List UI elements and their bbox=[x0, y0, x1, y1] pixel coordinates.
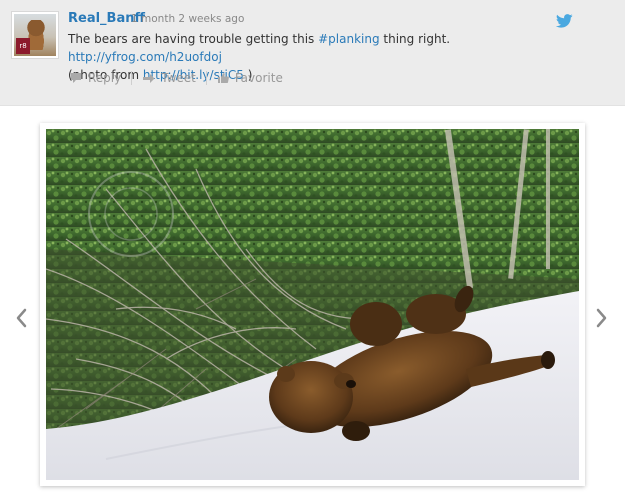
gallery-prev-button[interactable] bbox=[10, 304, 32, 332]
photo-frame[interactable] bbox=[40, 123, 585, 486]
retweet-label: Tweet bbox=[161, 71, 196, 85]
twitter-bird-icon[interactable] bbox=[556, 14, 573, 28]
favorite-button[interactable]: Favorite bbox=[217, 71, 283, 85]
thumbs-up-icon bbox=[217, 73, 229, 83]
bear-photo bbox=[46, 129, 579, 480]
retweet-icon bbox=[143, 73, 155, 83]
chevron-left-icon bbox=[16, 308, 27, 328]
gallery-next-button[interactable] bbox=[591, 304, 613, 332]
tweet-text-part: The bears are having trouble getting thi… bbox=[68, 32, 319, 46]
avatar[interactable]: r8 bbox=[11, 11, 59, 59]
tweet-card: r8 Real_Banff 1 month 2 weeks ago The be… bbox=[0, 0, 625, 106]
hashtag-link[interactable]: #planking bbox=[318, 32, 379, 46]
avatar-image: r8 bbox=[14, 14, 56, 56]
yfrog-link[interactable]: http://yfrog.com/h2uofdoj bbox=[68, 50, 222, 64]
avatar-badge: r8 bbox=[16, 38, 30, 54]
tweet-actions: Reply Tweet Favorite bbox=[70, 70, 283, 86]
tweet-text-part: thing right. bbox=[379, 32, 451, 46]
reply-button[interactable]: Reply bbox=[70, 71, 121, 85]
reply-label: Reply bbox=[88, 71, 122, 85]
action-divider bbox=[131, 71, 133, 85]
tweet-timestamp[interactable]: 1 month 2 weeks ago bbox=[131, 13, 244, 25]
reply-icon bbox=[71, 73, 81, 83]
chevron-right-icon bbox=[596, 308, 607, 328]
favorite-label: Favorite bbox=[234, 71, 283, 85]
retweet-button[interactable]: Tweet bbox=[142, 71, 196, 85]
action-divider bbox=[205, 71, 207, 85]
